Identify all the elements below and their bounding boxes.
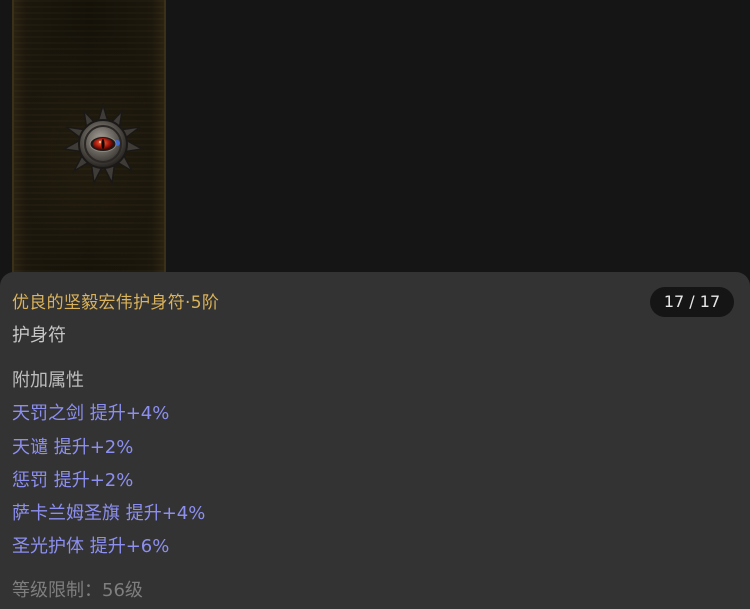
level-requirement: 等级限制：56级 — [12, 580, 143, 601]
amulet-icon — [62, 103, 144, 185]
item-viewer: 优良的坚毅宏伟护身符·5阶 17 / 17 护身符 附加属性 天罚之剑 提升+4… — [0, 0, 750, 609]
attribute-line: 天谴 提升+2% — [12, 437, 134, 458]
item-tooltip: 优良的坚毅宏伟护身符·5阶 17 / 17 护身符 附加属性 天罚之剑 提升+4… — [0, 272, 750, 609]
item-type: 护身符 — [12, 325, 66, 346]
item-slot-frame — [12, 0, 166, 290]
attribute-line: 萨卡兰姆圣旗 提升+4% — [12, 503, 206, 524]
attribute-line: 圣光护体 提升+6% — [12, 536, 170, 557]
item-name: 优良的坚毅宏伟护身符·5阶 — [12, 293, 220, 313]
attribute-line: 天罚之剑 提升+4% — [12, 403, 170, 424]
page-indicator-badge[interactable]: 17 / 17 — [650, 287, 734, 317]
attributes-section-title: 附加属性 — [12, 370, 84, 391]
attribute-line: 惩罚 提升+2% — [12, 470, 134, 491]
